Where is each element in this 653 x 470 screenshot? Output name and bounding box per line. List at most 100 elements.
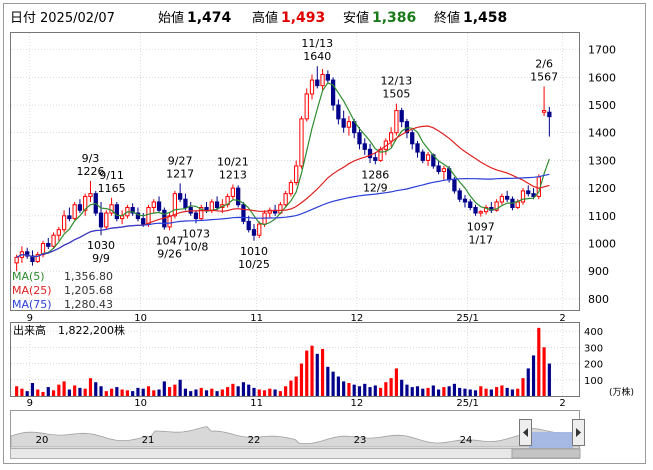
candle xyxy=(288,179,294,197)
candle-body xyxy=(410,132,415,145)
volume-bar xyxy=(510,389,515,396)
date-label: 日付 xyxy=(10,11,36,26)
ma-legend-value: 1,356.80 xyxy=(64,270,113,283)
volume-bar xyxy=(484,388,488,396)
ma-legend-value: 1,280.43 xyxy=(64,298,113,311)
annotation-date: 9/26 xyxy=(157,248,182,261)
annotation-price: 1286 xyxy=(361,168,389,181)
volume-bar xyxy=(394,368,398,396)
volume-bar xyxy=(431,385,435,396)
volume-bar xyxy=(162,381,166,396)
stock-chart-window: 日付 2025/02/07 始値 1,474 高値 1,493 安値 1,386… xyxy=(0,0,653,470)
close-value: 1,458 xyxy=(463,10,507,26)
annotation-price: 1030 xyxy=(87,239,115,252)
volume-bar xyxy=(157,389,161,396)
price-tick-label: 900 xyxy=(588,265,609,278)
volume-bar xyxy=(458,387,462,396)
volume-bar xyxy=(500,385,504,396)
annotation-date: 9/11 xyxy=(99,169,124,182)
volume-bar xyxy=(305,350,309,396)
volume-bar xyxy=(378,387,383,396)
candle-body xyxy=(526,190,531,195)
candle-body xyxy=(146,207,151,225)
navigator-scrollbar[interactable] xyxy=(10,448,580,459)
volume-bar xyxy=(310,345,314,396)
candle-body xyxy=(515,201,520,209)
candle-body xyxy=(399,110,404,123)
volume-bar xyxy=(25,391,29,396)
volume-bar xyxy=(57,384,61,396)
volume-bar xyxy=(178,379,182,396)
annotation-price: 1165 xyxy=(98,182,126,195)
volume-bar xyxy=(252,387,256,396)
volume-bar xyxy=(46,387,50,396)
candle-body xyxy=(98,212,104,228)
price-tick-label: 1200 xyxy=(588,182,616,195)
price-tick-label: 1400 xyxy=(588,127,616,140)
price-tick-label: 1300 xyxy=(588,154,616,167)
volume-bar xyxy=(405,384,409,396)
candle-body xyxy=(336,104,341,120)
volume-bar xyxy=(363,383,367,396)
navigator-scroll-thumb[interactable] xyxy=(511,448,581,459)
volume-bar xyxy=(384,382,388,396)
volume-bar xyxy=(326,366,330,396)
navigator-year-label: 22 xyxy=(248,435,261,446)
candle-body xyxy=(56,229,61,236)
volume-bar xyxy=(400,379,404,396)
annotation-date: 9/3 xyxy=(82,152,100,165)
volume-bar xyxy=(516,388,520,396)
candle-body xyxy=(547,111,552,118)
volume-bar xyxy=(294,376,298,396)
candle-body xyxy=(299,118,304,167)
candle-body xyxy=(473,207,478,214)
volume-bar xyxy=(62,381,66,396)
volume-bar xyxy=(410,387,414,396)
volume-bar xyxy=(152,390,156,396)
candle-body xyxy=(67,215,72,220)
volume-bar xyxy=(421,388,425,396)
volume-bar xyxy=(352,384,356,396)
close-label: 終値 xyxy=(434,10,460,26)
volume-tick-label: 100 xyxy=(584,376,603,387)
volume-bar xyxy=(368,387,372,396)
ma-legend-label: MA(5) xyxy=(12,270,45,283)
volume-bar xyxy=(104,391,108,396)
navigator-left-handle[interactable] xyxy=(519,419,532,446)
candle-body xyxy=(309,79,315,95)
annotation-date: 10/21 xyxy=(217,156,249,169)
volume-bar xyxy=(273,389,277,396)
high-value: 1,493 xyxy=(281,10,325,26)
candle-body xyxy=(236,187,241,206)
candle-body xyxy=(51,234,56,247)
volume-bar xyxy=(537,327,541,396)
navigator-selection[interactable] xyxy=(529,432,573,448)
candle-body xyxy=(325,74,330,81)
candle-body xyxy=(241,204,246,222)
candle-body xyxy=(251,229,257,236)
navigator-right-handle[interactable] xyxy=(572,419,585,446)
annotation-price: 1097 xyxy=(467,221,495,234)
candle-body xyxy=(72,204,77,220)
annotation-date: 2/6 xyxy=(535,57,553,70)
candle-body xyxy=(415,143,420,153)
annotation-price: 1213 xyxy=(219,169,247,182)
high-label: 高値 xyxy=(252,10,278,26)
candle-body xyxy=(452,179,457,192)
candle-body xyxy=(357,132,362,145)
volume-bar xyxy=(115,387,119,396)
volume-bar xyxy=(173,384,177,396)
price-tick-label: 1700 xyxy=(588,44,616,57)
candle-body xyxy=(320,74,325,87)
open-value: 1,474 xyxy=(187,10,232,26)
low-label: 安値 xyxy=(343,10,369,26)
volume-bar xyxy=(447,386,451,396)
candle-body xyxy=(230,187,236,197)
date-value: 2025/02/07 xyxy=(40,11,115,26)
candle-body xyxy=(441,168,447,172)
volume-bar xyxy=(136,387,140,396)
annotation-date: 12/9 xyxy=(363,181,388,194)
volume-month-label: 11 xyxy=(250,398,263,409)
volume-bar xyxy=(479,386,483,396)
candle-body xyxy=(425,154,431,161)
